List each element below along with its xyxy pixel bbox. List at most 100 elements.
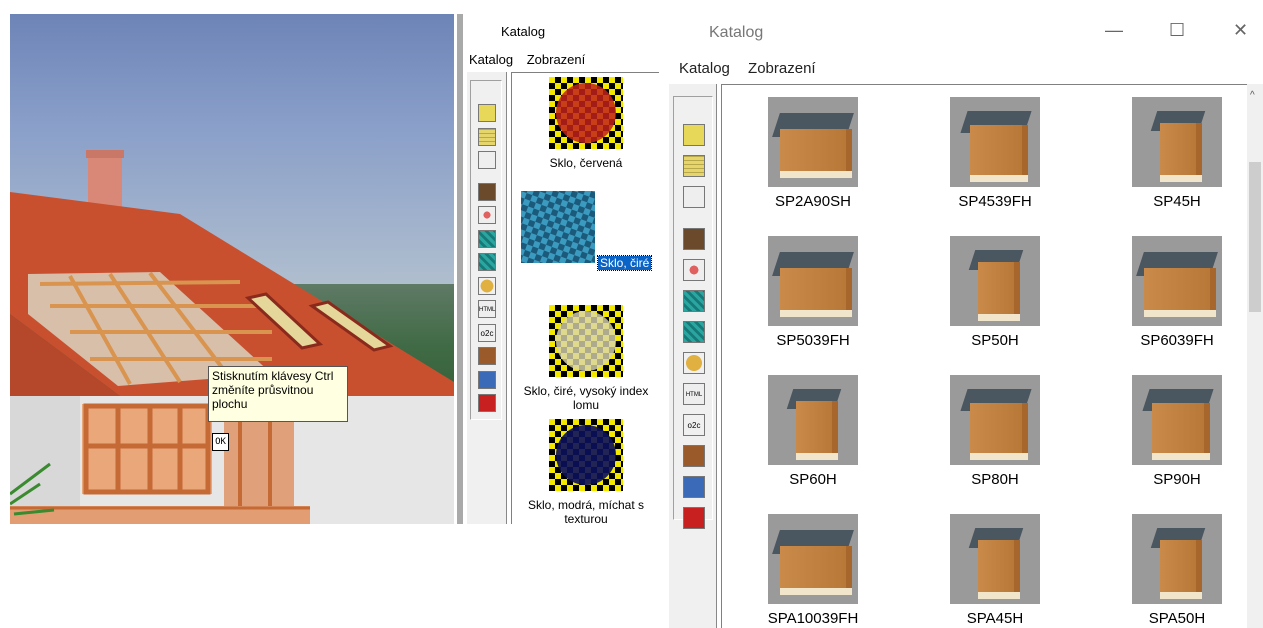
catalog-item-label: SP80H: [971, 471, 1019, 488]
html-icon[interactable]: HTML: [683, 382, 705, 405]
cabinet-thumbnail: [950, 514, 1040, 604]
cabinet-thumbnail: [1132, 97, 1222, 187]
cabinet-thumbnail: [950, 236, 1040, 326]
folder-icon[interactable]: [478, 104, 496, 122]
cabinet-icon: [768, 236, 858, 326]
catalog-item[interactable]: SP45H: [1092, 97, 1247, 210]
catalog-item-label: SP90H: [1153, 471, 1201, 488]
menu-katalog[interactable]: Katalog: [679, 60, 730, 77]
door-icon[interactable]: [478, 347, 496, 366]
cabinet-icon: [950, 97, 1040, 187]
catalog-item-label: SP5039FH: [776, 332, 850, 349]
html-icon[interactable]: HTML: [478, 300, 496, 319]
material-label-selected: Sklo, čiré: [596, 255, 653, 271]
grid-icon[interactable]: [478, 127, 496, 146]
cabinet-thumbnail: [768, 97, 858, 187]
transparency-tooltip: Stisknutím klávesy Ctrl změníte průsvitn…: [208, 366, 348, 422]
sphere-icon[interactable]: [683, 351, 705, 374]
red-door-icon[interactable]: [478, 394, 496, 413]
catalog-item-label: SP4539FH: [958, 193, 1032, 210]
texture-folder-icon[interactable]: [478, 253, 496, 272]
window-icon[interactable]: [478, 370, 496, 389]
material-thumb: [549, 419, 623, 491]
window-icon[interactable]: [683, 475, 705, 498]
house-render: [10, 150, 454, 524]
chair-icon[interactable]: [683, 227, 705, 250]
cabinet-thumbnail: [1132, 236, 1222, 326]
catalog-item[interactable]: SP2A90SH: [728, 97, 898, 210]
catalog-item-label: SP2A90SH: [775, 193, 851, 210]
material-sphere: [556, 425, 616, 485]
grid-icon[interactable]: [683, 155, 705, 177]
cabinet-icon: [1132, 236, 1222, 326]
material-thumb: [520, 191, 595, 263]
catalog-item[interactable]: SP90H: [1092, 375, 1247, 488]
sphere-icon[interactable]: [478, 276, 496, 295]
material-label: Sklo, čiré, vysoký index lomu: [523, 384, 649, 412]
cabinet-thumbnail: [950, 375, 1040, 465]
texture-folder-icon[interactable]: [683, 320, 705, 343]
material-label: Sklo, červená: [549, 156, 623, 170]
catalog-item-label: SP6039FH: [1140, 332, 1214, 349]
cabinet-icon: [768, 375, 858, 465]
list-item[interactable]: Sklo, modrá, míchat s texturou: [512, 419, 660, 526]
cabinet-icon: [950, 236, 1040, 326]
material-list[interactable]: Sklo, červená Sklo, čiré Sklo, čiré, vys…: [511, 72, 660, 526]
catalog-item[interactable]: SPA10039FH: [728, 514, 898, 627]
catalog-item[interactable]: SP5039FH: [728, 236, 898, 349]
red-door-icon[interactable]: [683, 506, 705, 529]
target-icon[interactable]: [683, 258, 705, 281]
small-catalog-menubar: Katalog Zobrazení: [469, 52, 595, 67]
maximize-button[interactable]: ☐: [1169, 20, 1185, 41]
catalog-item[interactable]: SP60H: [728, 375, 898, 488]
material-thumb: [549, 77, 623, 149]
window-title: Katalog: [709, 24, 764, 41]
filter-icon[interactable]: [478, 151, 496, 169]
catalog-item[interactable]: SP6039FH: [1092, 236, 1247, 349]
filter-icon[interactable]: [683, 186, 705, 208]
list-item[interactable]: Sklo, čiré, vysoký index lomu: [512, 305, 660, 412]
minimize-button[interactable]: —: [1105, 20, 1123, 41]
close-button[interactable]: ✕: [1233, 20, 1248, 41]
catalog-item-label: SP60H: [789, 471, 837, 488]
catalog-item-label: SPA50H: [1148, 610, 1206, 627]
catalog-grid[interactable]: SP2A90SH SP4539FH SP45H SP5039FH SP50H S…: [721, 84, 1247, 628]
catalog-item[interactable]: SP80H: [910, 375, 1080, 488]
list-item[interactable]: Sklo, červená: [512, 77, 660, 170]
catalog-item[interactable]: SPA50H: [1092, 514, 1247, 627]
small-catalog-title: Katalog: [501, 24, 546, 39]
chair-icon[interactable]: [478, 182, 496, 201]
catalog-item[interactable]: SPA45H: [910, 514, 1080, 627]
texture-icon[interactable]: [478, 229, 496, 248]
o2c-icon[interactable]: o2c: [478, 323, 496, 342]
menu-zobrazeni[interactable]: Zobrazení: [748, 60, 816, 77]
cabinet-icon: [768, 514, 858, 604]
3d-scene-viewport[interactable]: Stisknutím klávesy Ctrl změníte průsvitn…: [10, 14, 454, 524]
menu-zobrazeni[interactable]: Zobrazení: [527, 52, 586, 67]
catalog-menubar: Katalog Zobrazení: [679, 60, 830, 77]
material-sphere: [556, 311, 616, 371]
material-thumb: [549, 305, 623, 377]
catalog-toolbar: HTML o2c: [669, 84, 717, 628]
scrollbar-thumb[interactable]: [1249, 162, 1261, 312]
catalog-item-label: SP50H: [971, 332, 1019, 349]
vertical-scrollbar[interactable]: ^: [1247, 84, 1263, 628]
catalog-item-label: SPA45H: [966, 610, 1024, 627]
small-catalog-toolbar: HTML o2c: [467, 72, 507, 524]
list-item[interactable]: Sklo, čiré: [512, 191, 660, 271]
menu-katalog[interactable]: Katalog: [469, 52, 513, 67]
cabinet-icon: [1132, 514, 1222, 604]
texture-icon[interactable]: [683, 289, 705, 312]
cabinet-thumbnail: [950, 97, 1040, 187]
small-catalog-panel: Katalog Katalog Zobrazení HTML o2c Sklo, …: [457, 14, 659, 526]
target-icon[interactable]: [478, 206, 496, 225]
scroll-up-icon[interactable]: ^: [1250, 90, 1255, 101]
folder-icon[interactable]: [683, 124, 705, 146]
cabinet-thumbnail: [1132, 514, 1222, 604]
catalog-item[interactable]: SP4539FH: [910, 97, 1080, 210]
material-label: Sklo, modrá, míchat s texturou: [527, 498, 645, 526]
door-icon[interactable]: [683, 444, 705, 467]
o2c-icon[interactable]: o2c: [683, 413, 705, 436]
ok-cursor-badge[interactable]: OK: [212, 433, 229, 451]
catalog-item[interactable]: SP50H: [910, 236, 1080, 349]
